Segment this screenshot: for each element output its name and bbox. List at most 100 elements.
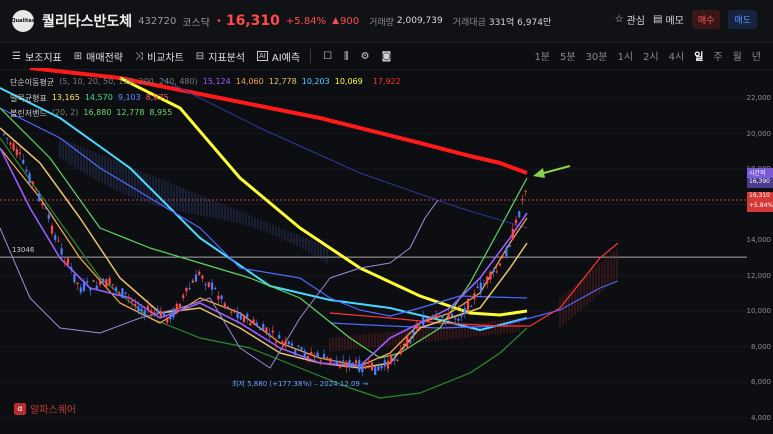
status-dot-icon: • bbox=[215, 15, 222, 27]
candle-body bbox=[38, 193, 41, 202]
candle-body bbox=[361, 363, 364, 372]
candle-body bbox=[297, 345, 300, 347]
candle-body bbox=[454, 318, 457, 320]
ichimoku-value-3: 9,103 bbox=[117, 93, 141, 102]
candle-body bbox=[79, 287, 82, 293]
bb-value-1: 16,880 bbox=[83, 108, 112, 117]
candle-body bbox=[162, 312, 166, 317]
ichimoku-value-2: 14,570 bbox=[84, 93, 113, 102]
watermark-text: 알파스퀘어 bbox=[30, 405, 76, 416]
candle-body bbox=[441, 315, 444, 318]
candle-body bbox=[502, 256, 505, 259]
price-axis[interactable]: 22,00020,00018,00016,00014,00012,00010,0… bbox=[747, 68, 773, 434]
candle-body bbox=[25, 169, 28, 172]
candle-body bbox=[447, 312, 450, 319]
candle-body bbox=[86, 281, 89, 283]
ichimoku-value-4: 8,875 bbox=[145, 93, 169, 102]
indicator-label: 보조지표 bbox=[24, 52, 62, 64]
sell-button[interactable]: 매도 bbox=[728, 10, 757, 29]
period-4[interactable]: 2시 bbox=[643, 48, 659, 63]
current-price-tag: 16,310 bbox=[747, 192, 773, 202]
candle-body bbox=[303, 350, 306, 357]
candle-body bbox=[159, 310, 162, 317]
candle-body bbox=[498, 263, 502, 266]
candlesticks bbox=[2, 133, 527, 377]
after-hours-price: 16,390 bbox=[747, 178, 773, 188]
period-9[interactable]: 년 bbox=[752, 48, 761, 63]
period-7[interactable]: 주 bbox=[713, 48, 722, 63]
memo-button[interactable]: ▤ 메모 bbox=[653, 12, 684, 27]
candle-body bbox=[31, 181, 34, 185]
period-5[interactable]: 4시 bbox=[669, 48, 685, 63]
candle-body bbox=[396, 359, 399, 361]
period-8[interactable]: 월 bbox=[733, 48, 742, 63]
candle-body bbox=[271, 330, 274, 333]
candle-body bbox=[182, 295, 185, 299]
stock-name[interactable]: 퀄리타스반도체 bbox=[42, 11, 132, 31]
screenshot-button[interactable]: ◙ bbox=[382, 51, 392, 62]
indicator-button[interactable]: ☰ 보조지표 bbox=[12, 49, 62, 64]
candle-body bbox=[470, 306, 473, 308]
memo-icon: ▤ bbox=[653, 14, 663, 25]
buy-button[interactable]: 매수 bbox=[691, 10, 721, 29]
candle-body bbox=[130, 300, 134, 302]
bb-title: 볼린저밴드 bbox=[10, 109, 47, 118]
candle-body bbox=[473, 293, 476, 300]
compare-button[interactable]: ⤨ 비교차트 bbox=[135, 49, 184, 64]
candle-body bbox=[28, 173, 31, 184]
candle-body bbox=[188, 288, 191, 290]
candle-body bbox=[354, 360, 358, 364]
candle-body bbox=[370, 362, 374, 371]
candle-body bbox=[518, 211, 521, 218]
candle-body bbox=[332, 360, 335, 362]
sma-value-1: 15,124 bbox=[202, 77, 231, 86]
candle-body bbox=[210, 282, 214, 290]
candle-body bbox=[476, 286, 479, 288]
top-bar: Qualitas 퀄리타스반도체 432720 코스닥 • 16,310 +5.… bbox=[0, 0, 773, 42]
candle-body bbox=[153, 312, 156, 314]
analysis-button[interactable]: ⊟ 지표분석 bbox=[196, 49, 245, 64]
period-3[interactable]: 1시 bbox=[618, 48, 634, 63]
ai-icon: AI bbox=[257, 51, 268, 61]
candle-body bbox=[249, 322, 252, 326]
period-1[interactable]: 5분 bbox=[560, 48, 576, 63]
period-6[interactable]: 일 bbox=[694, 48, 703, 63]
candle-body bbox=[150, 310, 153, 314]
watch-button[interactable]: ☆ 관심 bbox=[615, 12, 645, 27]
candle-body bbox=[444, 321, 447, 323]
candle-body bbox=[367, 361, 370, 364]
alphasquare-watermark: α 알파스퀘어 bbox=[14, 401, 76, 416]
ma120-line bbox=[0, 87, 528, 331]
sma-legend[interactable]: 단순이동평균 (5, 10, 20, 50, 120, 200, 240, 48… bbox=[10, 77, 401, 88]
bollinger-legend[interactable]: 볼린저밴드 (20, 2) 16,880 12,778 8,955 bbox=[10, 108, 172, 119]
volume-value: 2,009,739 bbox=[396, 16, 443, 26]
price-chart[interactable] bbox=[0, 68, 747, 434]
period-2[interactable]: 30분 bbox=[586, 48, 608, 63]
strategy-button[interactable]: ⊞ 매매전략 bbox=[74, 49, 123, 64]
candle-body bbox=[146, 305, 150, 310]
candle-body bbox=[351, 362, 354, 367]
layout-button[interactable]: ☐ bbox=[323, 51, 332, 62]
candle-type-button[interactable]: ⫼ bbox=[344, 51, 349, 62]
memo-label: 메모 bbox=[665, 16, 684, 27]
candle-body bbox=[463, 308, 466, 314]
candle-body bbox=[246, 314, 249, 318]
y-tick-8: 6,000 bbox=[750, 378, 771, 386]
candle-body bbox=[178, 303, 182, 308]
ai-button[interactable]: AI AI예측 bbox=[257, 49, 300, 64]
ichimoku-legend[interactable]: 일목균형표 13,165 14,570 9,103 8,875 bbox=[10, 93, 169, 104]
candle-body bbox=[399, 349, 402, 354]
candle-body bbox=[89, 288, 92, 291]
candle-body bbox=[175, 303, 178, 312]
candle-body bbox=[220, 295, 223, 300]
bollinger-lower bbox=[0, 137, 528, 399]
period-0[interactable]: 1분 bbox=[534, 48, 550, 63]
candle-body bbox=[489, 271, 492, 280]
candle-body bbox=[505, 247, 508, 257]
candle-body bbox=[143, 310, 146, 316]
candle-body bbox=[319, 360, 322, 362]
bb-value-2: 12,778 bbox=[116, 108, 145, 117]
settings-button[interactable]: ⚙ bbox=[361, 51, 370, 62]
indicator-icon: ☰ bbox=[12, 50, 21, 62]
candle-body bbox=[226, 306, 230, 308]
